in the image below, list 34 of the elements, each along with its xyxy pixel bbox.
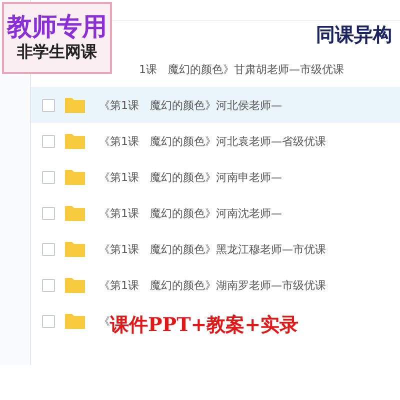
file-row[interactable]: 《第1课 魔幻的颜色》湖南罗老师—市级优课 <box>31 267 400 303</box>
folder-icon <box>65 97 85 113</box>
folder-icon <box>65 313 85 329</box>
file-row[interactable]: 《第1课 魔幻的颜色》河北侯老师— <box>31 87 400 123</box>
file-name: 《第1课 魔幻的颜色》河南申老师— <box>99 170 282 184</box>
file-name: 《第1课 魔幻的颜色》湖南罗老师—市级优课 <box>99 278 326 292</box>
file-row[interactable]: 《第1课 魔幻的颜色》河南沈老师— <box>31 195 400 231</box>
file-row[interactable]: 《第1课 魔幻的颜色》黑龙江穆老师—市优课 <box>31 231 400 267</box>
folder-icon <box>65 169 85 185</box>
checkbox[interactable] <box>42 314 55 328</box>
folder-icon <box>65 133 85 149</box>
badge-subtitle: 非学生网课 <box>17 42 97 63</box>
folder-icon <box>65 241 85 257</box>
folder-icon <box>65 277 85 293</box>
checkbox[interactable] <box>42 98 55 112</box>
file-row[interactable]: 《第1课 魔幻的颜色》河北袁老师—省级优课 <box>31 123 400 159</box>
file-name: 《第1课 魔幻的颜色》黑龙江穆老师—市优课 <box>99 242 326 256</box>
file-row[interactable]: 《第1课 魔幻的颜色》河南申老师— <box>31 159 400 195</box>
checkbox[interactable] <box>42 242 55 256</box>
file-row[interactable]: 1课 魔幻的颜色》甘肃胡老师—市级优课 <box>115 51 400 87</box>
heading: 同课异构 <box>316 23 392 48</box>
folder-icon <box>65 205 85 221</box>
file-name: 1课 魔幻的颜色》甘肃胡老师—市级优课 <box>139 62 344 76</box>
badge-title: 教师专用 <box>7 13 107 42</box>
file-row[interactable]: 《 <box>31 303 110 339</box>
checkbox[interactable] <box>42 206 55 220</box>
file-name: 《 <box>99 314 110 328</box>
file-name: 《第1课 魔幻的颜色》河北袁老师—省级优课 <box>99 134 326 148</box>
checkbox[interactable] <box>42 134 55 148</box>
file-name: 《第1课 魔幻的颜色》河北侯老师— <box>99 98 282 112</box>
checkbox[interactable] <box>42 170 55 184</box>
checkbox[interactable] <box>42 278 55 292</box>
caption: 课件PPT+教案+实录 <box>110 313 299 338</box>
file-name: 《第1课 魔幻的颜色》河南沈老师— <box>99 206 282 220</box>
